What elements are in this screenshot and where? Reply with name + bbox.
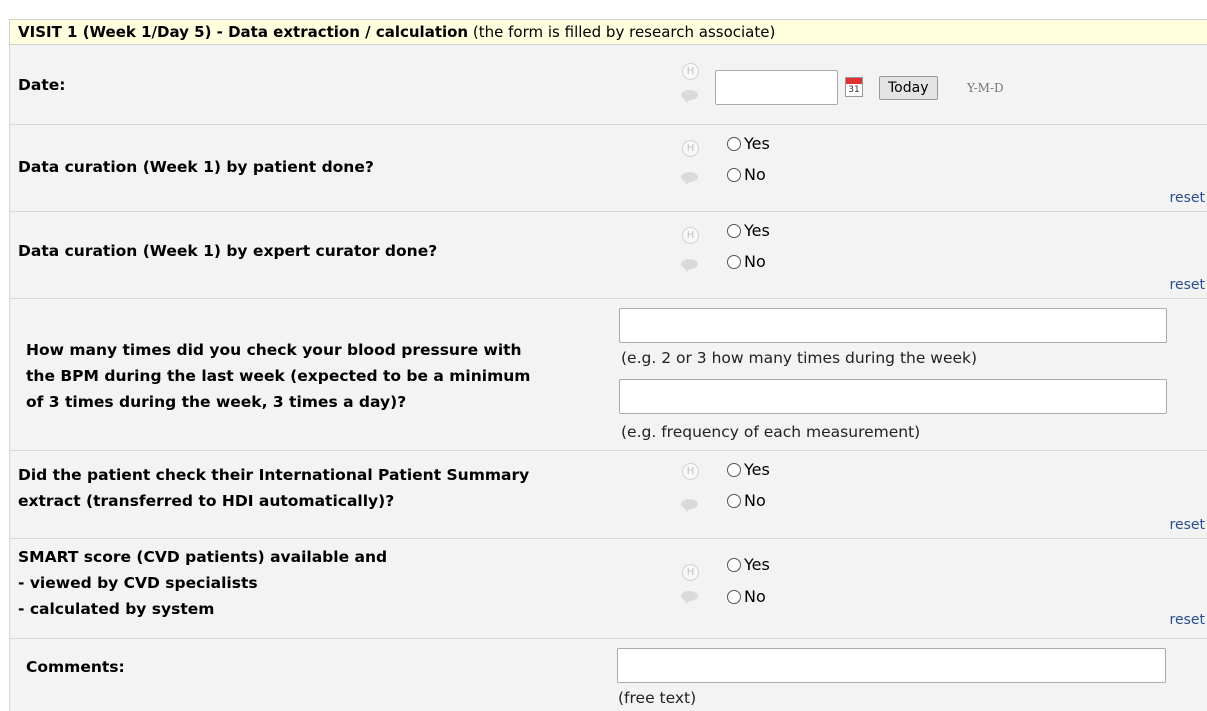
comment-icon[interactable] xyxy=(681,499,698,512)
q5-reset-link[interactable]: reset xyxy=(1170,612,1205,628)
q3-hint-2: (e.g. frequency of each measurement) xyxy=(621,423,921,441)
visit-form: VISIT 1 (Week 1/Day 5) - Data extraction… xyxy=(9,0,1207,711)
date-row: Date: H 31 Today Y-M-D xyxy=(9,45,1207,125)
q5-yes-label[interactable]: Yes xyxy=(744,555,770,575)
calendar-day: 31 xyxy=(848,85,860,95)
date-format-hint: Y-M-D xyxy=(967,81,1004,95)
q1-label: Data curation (Week 1) by patient done? xyxy=(18,158,374,176)
q3-hint-1: (e.g. 2 or 3 how many times during the w… xyxy=(621,349,978,367)
comments-input[interactable] xyxy=(617,648,1166,683)
comments-hint: (free text) xyxy=(618,689,697,707)
q1-row: Data curation (Week 1) by patient done? … xyxy=(9,125,1207,212)
date-label: Date: xyxy=(18,76,66,94)
q4-yes-label[interactable]: Yes xyxy=(744,460,770,480)
q4-no-radio[interactable] xyxy=(727,494,741,508)
history-icon[interactable]: H xyxy=(682,140,699,157)
q3-label: How many times did you check your blood … xyxy=(26,341,531,411)
q1-no-radio[interactable] xyxy=(727,168,741,182)
q2-no-label[interactable]: No xyxy=(744,252,766,272)
q5-label: SMART score (CVD patients) available and… xyxy=(18,548,388,618)
comments-row: Comments: (free text) xyxy=(9,639,1207,711)
q5-no-radio[interactable] xyxy=(727,590,741,604)
q3-times-input[interactable] xyxy=(619,308,1167,343)
comment-icon[interactable] xyxy=(681,90,698,103)
history-icon[interactable]: H xyxy=(682,564,699,581)
section-subtitle: (the form is filled by research associat… xyxy=(472,23,776,41)
q4-label: Did the patient check their Internationa… xyxy=(18,466,530,510)
q5-yes-radio[interactable] xyxy=(727,558,741,572)
history-icon[interactable]: H xyxy=(682,463,699,480)
q4-row: Did the patient check their Internationa… xyxy=(9,451,1207,539)
comments-label: Comments: xyxy=(26,658,125,676)
q1-reset-link[interactable]: reset xyxy=(1170,190,1205,206)
q2-yes-label[interactable]: Yes xyxy=(744,221,770,241)
calendar-icon[interactable]: 31 xyxy=(845,77,863,97)
q2-yes-radio[interactable] xyxy=(727,224,741,238)
q4-yes-radio[interactable] xyxy=(727,463,741,477)
history-icon[interactable]: H xyxy=(682,63,699,80)
today-button[interactable]: Today xyxy=(879,76,938,100)
section-title: VISIT 1 (Week 1/Day 5) - Data extraction… xyxy=(18,23,469,41)
history-icon[interactable]: H xyxy=(682,227,699,244)
q3-row: How many times did you check your blood … xyxy=(9,299,1207,451)
q5-no-label[interactable]: No xyxy=(744,587,766,607)
q1-yes-label[interactable]: Yes xyxy=(744,134,770,154)
q2-row: Data curation (Week 1) by expert curator… xyxy=(9,212,1207,299)
section-header: VISIT 1 (Week 1/Day 5) - Data extraction… xyxy=(9,19,1207,45)
q1-yes-radio[interactable] xyxy=(727,137,741,151)
q1-no-label[interactable]: No xyxy=(744,165,766,185)
q4-reset-link[interactable]: reset xyxy=(1170,517,1205,533)
q2-no-radio[interactable] xyxy=(727,255,741,269)
q3-frequency-input[interactable] xyxy=(619,379,1167,414)
comment-icon[interactable] xyxy=(681,259,698,272)
q2-reset-link[interactable]: reset xyxy=(1170,277,1205,293)
q5-row: SMART score (CVD patients) available and… xyxy=(9,539,1207,639)
q4-no-label[interactable]: No xyxy=(744,491,766,511)
q2-label: Data curation (Week 1) by expert curator… xyxy=(18,242,438,260)
comment-icon[interactable] xyxy=(681,591,698,604)
date-input[interactable] xyxy=(715,70,838,105)
comment-icon[interactable] xyxy=(681,172,698,185)
